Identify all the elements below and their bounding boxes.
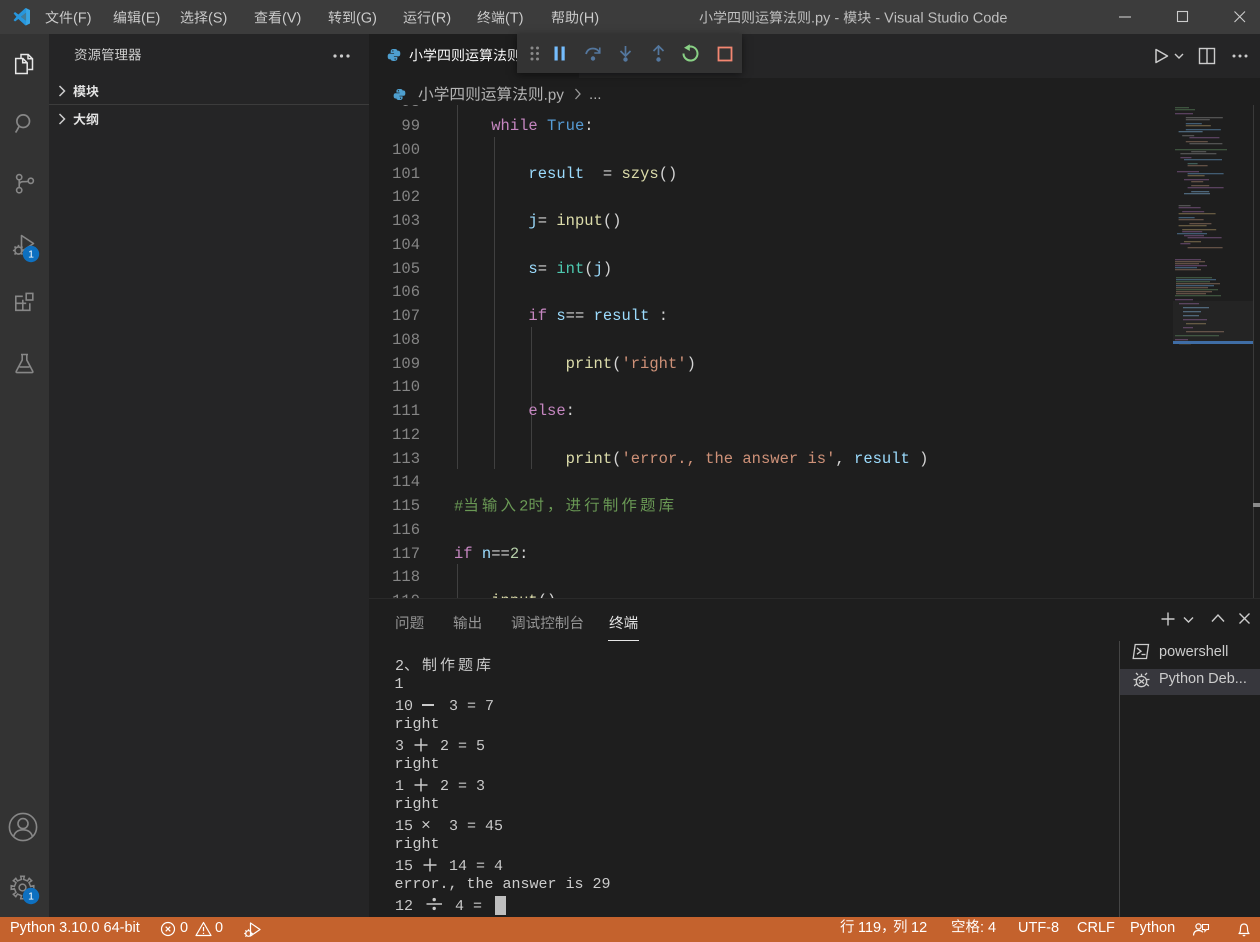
svg-text:1: 1 <box>28 249 34 261</box>
svg-text:1: 1 <box>28 891 34 903</box>
